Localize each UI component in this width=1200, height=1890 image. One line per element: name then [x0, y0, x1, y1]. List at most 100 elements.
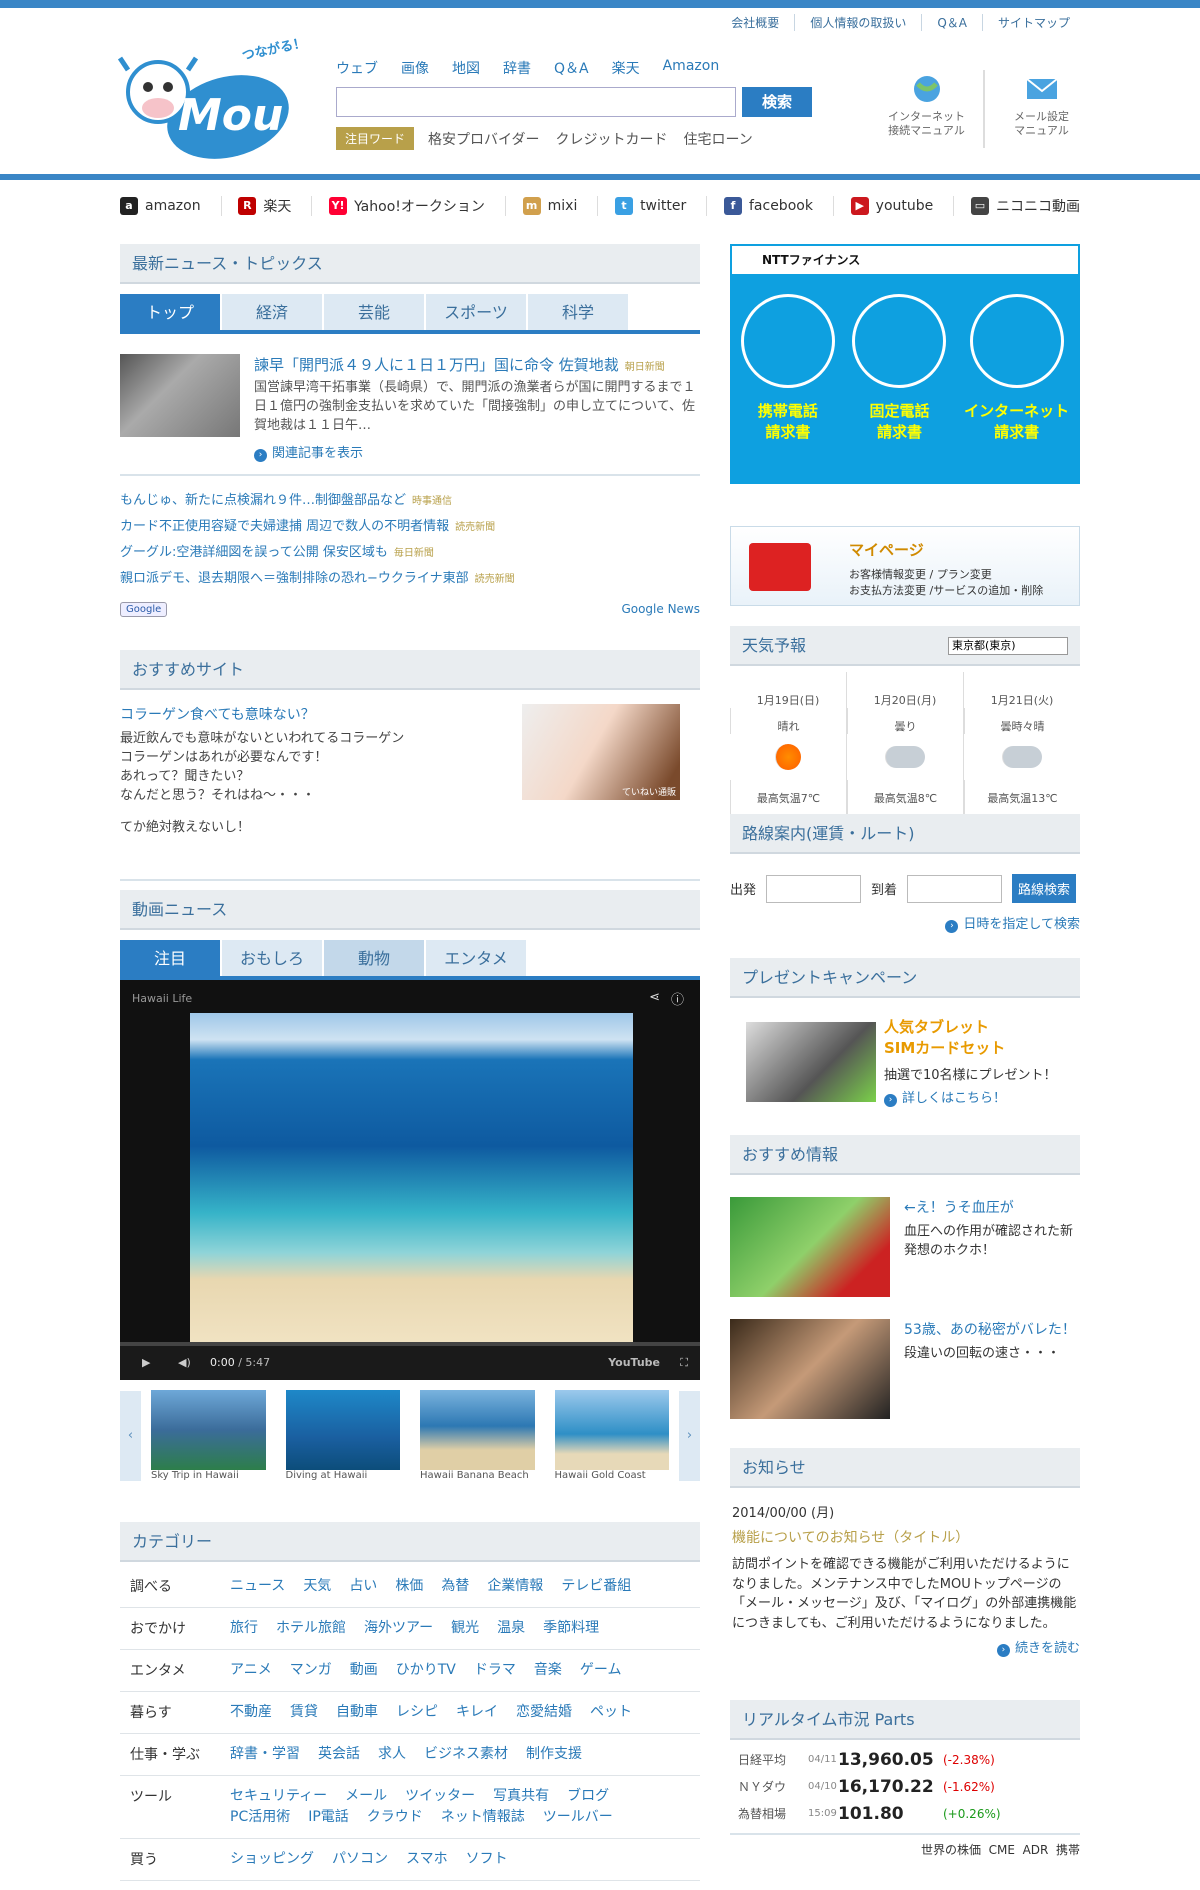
- route-search-button[interactable]: 路線検索: [1012, 874, 1077, 903]
- tab-entertainment-video[interactable]: エンタメ: [426, 940, 526, 976]
- fullscreen-icon[interactable]: ⛶: [680, 1346, 688, 1380]
- present-title1[interactable]: 人気タブレット: [884, 1016, 1057, 1037]
- nav-images[interactable]: 画像: [401, 58, 429, 78]
- tab-top[interactable]: トップ: [120, 294, 220, 330]
- video-player[interactable]: Hawaii Life ⋖ ⓘ ▶ ◀) 0:00 / 5:47 YouTube…: [120, 980, 700, 1380]
- category-link[interactable]: ひかりTV: [396, 1660, 456, 1681]
- prev-arrow-icon[interactable]: ‹: [120, 1390, 141, 1481]
- ntt-mobile-bill[interactable]: 携帯電話 請求書: [740, 294, 835, 442]
- ntt-landline-bill[interactable]: 固定電話 請求書: [852, 294, 947, 442]
- nav-map[interactable]: 地図: [452, 58, 480, 78]
- category-link[interactable]: 天気: [303, 1576, 331, 1597]
- search-button[interactable]: 検索: [742, 87, 812, 117]
- link-company[interactable]: 会社概要: [716, 14, 794, 31]
- category-link[interactable]: レシピ: [396, 1702, 438, 1723]
- video-thumb[interactable]: Sky Trip in Hawaii: [151, 1390, 266, 1481]
- category-link[interactable]: ドラマ: [474, 1660, 516, 1681]
- video-thumb[interactable]: Hawaii Gold Coast: [554, 1390, 669, 1481]
- link-privacy[interactable]: 個人情報の取扱い: [794, 14, 921, 31]
- category-link[interactable]: アニメ: [230, 1660, 272, 1681]
- youtube-logo[interactable]: YouTube: [608, 1346, 660, 1380]
- category-link[interactable]: 英会話: [318, 1744, 360, 1765]
- category-link[interactable]: 占い: [349, 1576, 377, 1597]
- tab-entertainment[interactable]: 芸能: [324, 294, 424, 330]
- service-link[interactable]: f facebook: [723, 196, 834, 216]
- category-link[interactable]: 恋愛結婚: [516, 1702, 572, 1723]
- service-link[interactable]: ▶ youtube: [850, 196, 955, 216]
- notice-more-link[interactable]: › 続きを読む: [730, 1637, 1080, 1657]
- category-link[interactable]: マンガ: [290, 1660, 332, 1681]
- news-item[interactable]: カード不正使用容疑で夫婦逮捕 周辺で数人の不明者情報 読売新聞: [120, 514, 700, 540]
- service-link[interactable]: Y! Yahoo!オークション: [329, 196, 506, 216]
- video-thumb[interactable]: Diving at Hawaii: [285, 1390, 400, 1481]
- service-link[interactable]: a amazon: [120, 196, 222, 216]
- video-thumb[interactable]: Hawaii Banana Beach: [420, 1390, 535, 1481]
- category-link[interactable]: ゲーム: [580, 1660, 622, 1681]
- play-icon[interactable]: ▶: [142, 1346, 150, 1380]
- related-link[interactable]: › 関連記事を表示: [254, 442, 700, 462]
- news-item[interactable]: 親ロ派デモ、退去期限へ＝強制排除の恐れ−ウクライナ東部 読売新聞: [120, 566, 700, 592]
- service-link[interactable]: m mixi: [522, 196, 599, 216]
- info-image-1[interactable]: [730, 1197, 890, 1297]
- category-link[interactable]: 音楽: [534, 1660, 562, 1681]
- service-link[interactable]: ▭ ニコニコ動画: [971, 196, 1080, 216]
- search-input[interactable]: [336, 87, 736, 117]
- google-badge[interactable]: Google: [120, 601, 168, 617]
- nav-qa[interactable]: Q＆A: [554, 58, 589, 78]
- info-title[interactable]: 53歳、あの秘密がバレた！: [904, 1319, 1076, 1339]
- category-link[interactable]: 制作支援: [526, 1744, 582, 1765]
- notice-title[interactable]: 機能についてのお知らせ（タイトル）: [730, 1527, 1080, 1547]
- category-link[interactable]: 旅行: [230, 1618, 258, 1639]
- tab-funny[interactable]: おもしろ: [222, 940, 322, 976]
- category-link[interactable]: ネット情報誌: [441, 1807, 525, 1828]
- nav-dictionary[interactable]: 辞書: [503, 58, 531, 78]
- present-title2[interactable]: SIMカードセット: [884, 1037, 1057, 1058]
- market-links[interactable]: 世界の株価 CME ADR 携帯: [730, 1841, 1080, 1858]
- category-link[interactable]: 為替: [441, 1576, 469, 1597]
- hot-word[interactable]: クレジットカード: [555, 129, 667, 149]
- site-logo[interactable]: つながる！ Mou: [117, 22, 307, 172]
- category-link[interactable]: ニュース: [230, 1576, 285, 1597]
- market-row[interactable]: ＮＹダウ 04/10 16,170.22 (-1.62%): [738, 1773, 1080, 1800]
- category-link[interactable]: 不動産: [230, 1702, 272, 1723]
- share-icon[interactable]: ⋖: [649, 990, 660, 1005]
- hot-word[interactable]: 格安プロバイダー: [428, 129, 539, 149]
- internet-manual-link[interactable]: インターネット 接続マニュアル: [870, 70, 984, 148]
- tab-science[interactable]: 科学: [528, 294, 628, 330]
- category-link[interactable]: 温泉: [497, 1618, 525, 1639]
- ntt-banner[interactable]: NTTファイナンス 携帯電話 請求書 固定電話 請求書 インターネット 請求書: [730, 244, 1080, 484]
- category-link[interactable]: 自動車: [336, 1702, 378, 1723]
- info-title[interactable]: ←え！うそ血圧が: [904, 1197, 1080, 1217]
- category-link[interactable]: ソフト: [466, 1849, 508, 1870]
- mypage-banner[interactable]: マイページ お客様情報変更 / プラン変更 お支払方法変更 /サービスの追加・削…: [730, 526, 1080, 606]
- from-input[interactable]: [766, 874, 862, 903]
- category-link[interactable]: キレイ: [456, 1702, 498, 1723]
- category-link[interactable]: 写真共有: [493, 1786, 549, 1807]
- info-image-2[interactable]: [730, 1319, 890, 1419]
- news-item[interactable]: もんじゅ、新たに点検漏れ９件…制御盤部品など 時事通信: [120, 488, 700, 514]
- category-link[interactable]: パソコン: [332, 1849, 388, 1870]
- market-row[interactable]: 為替相場 15:09 101.80 (+0.26%): [738, 1800, 1080, 1827]
- category-link[interactable]: 海外ツアー: [364, 1618, 433, 1639]
- news-item[interactable]: グーグル:空港詳細図を誤って公開 保安区域も 毎日新聞: [120, 540, 700, 566]
- nav-amazon[interactable]: Amazon: [663, 58, 720, 78]
- tab-economy[interactable]: 経済: [222, 294, 322, 330]
- nav-web[interactable]: ウェブ: [336, 58, 378, 78]
- mail-manual-link[interactable]: メール設定 マニュアル: [984, 70, 1098, 148]
- category-link[interactable]: 季節料理: [543, 1618, 599, 1639]
- service-link[interactable]: R 楽天: [238, 196, 313, 216]
- link-qa[interactable]: Q＆A: [921, 14, 982, 31]
- category-link[interactable]: ブログ: [567, 1786, 609, 1807]
- category-link[interactable]: ホテル旅館: [276, 1618, 346, 1639]
- route-datetime-link[interactable]: › 日時を指定して検索: [730, 913, 1080, 933]
- ntt-internet-bill[interactable]: インターネット 請求書: [964, 294, 1069, 442]
- market-row[interactable]: 日経平均 04/11 13,960.05 (-2.38%): [738, 1746, 1080, 1773]
- link-sitemap[interactable]: サイトマップ: [981, 14, 1085, 31]
- google-news-link[interactable]: Google News: [621, 602, 700, 616]
- tab-featured[interactable]: 注目: [120, 940, 220, 976]
- category-link[interactable]: クラウド: [367, 1807, 423, 1828]
- category-link[interactable]: 株価: [395, 1576, 423, 1597]
- tab-sports[interactable]: スポーツ: [426, 294, 526, 330]
- service-link[interactable]: t twitter: [615, 196, 708, 216]
- category-link[interactable]: ツイッター: [405, 1786, 475, 1807]
